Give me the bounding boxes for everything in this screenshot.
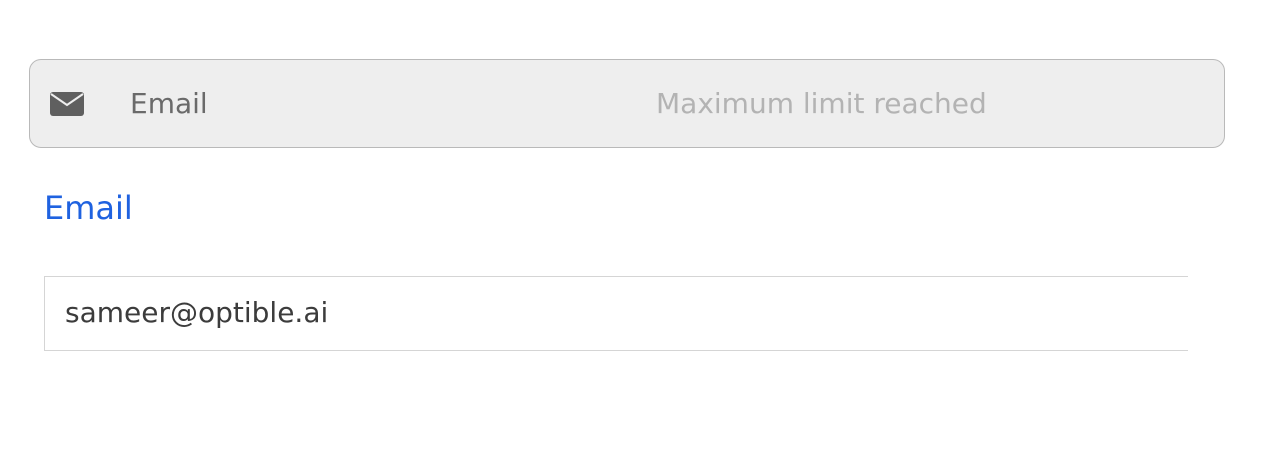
email-field[interactable]: sameer@optible.ai bbox=[44, 276, 1188, 351]
envelope-icon bbox=[50, 92, 84, 116]
email-value: sameer@optible.ai bbox=[65, 296, 329, 329]
email-section-label: Email bbox=[44, 189, 133, 227]
limit-reached-text: Maximum limit reached bbox=[656, 87, 987, 120]
add-email-bar[interactable]: Email Maximum limit reached bbox=[29, 59, 1225, 148]
add-email-label: Email bbox=[130, 87, 208, 120]
